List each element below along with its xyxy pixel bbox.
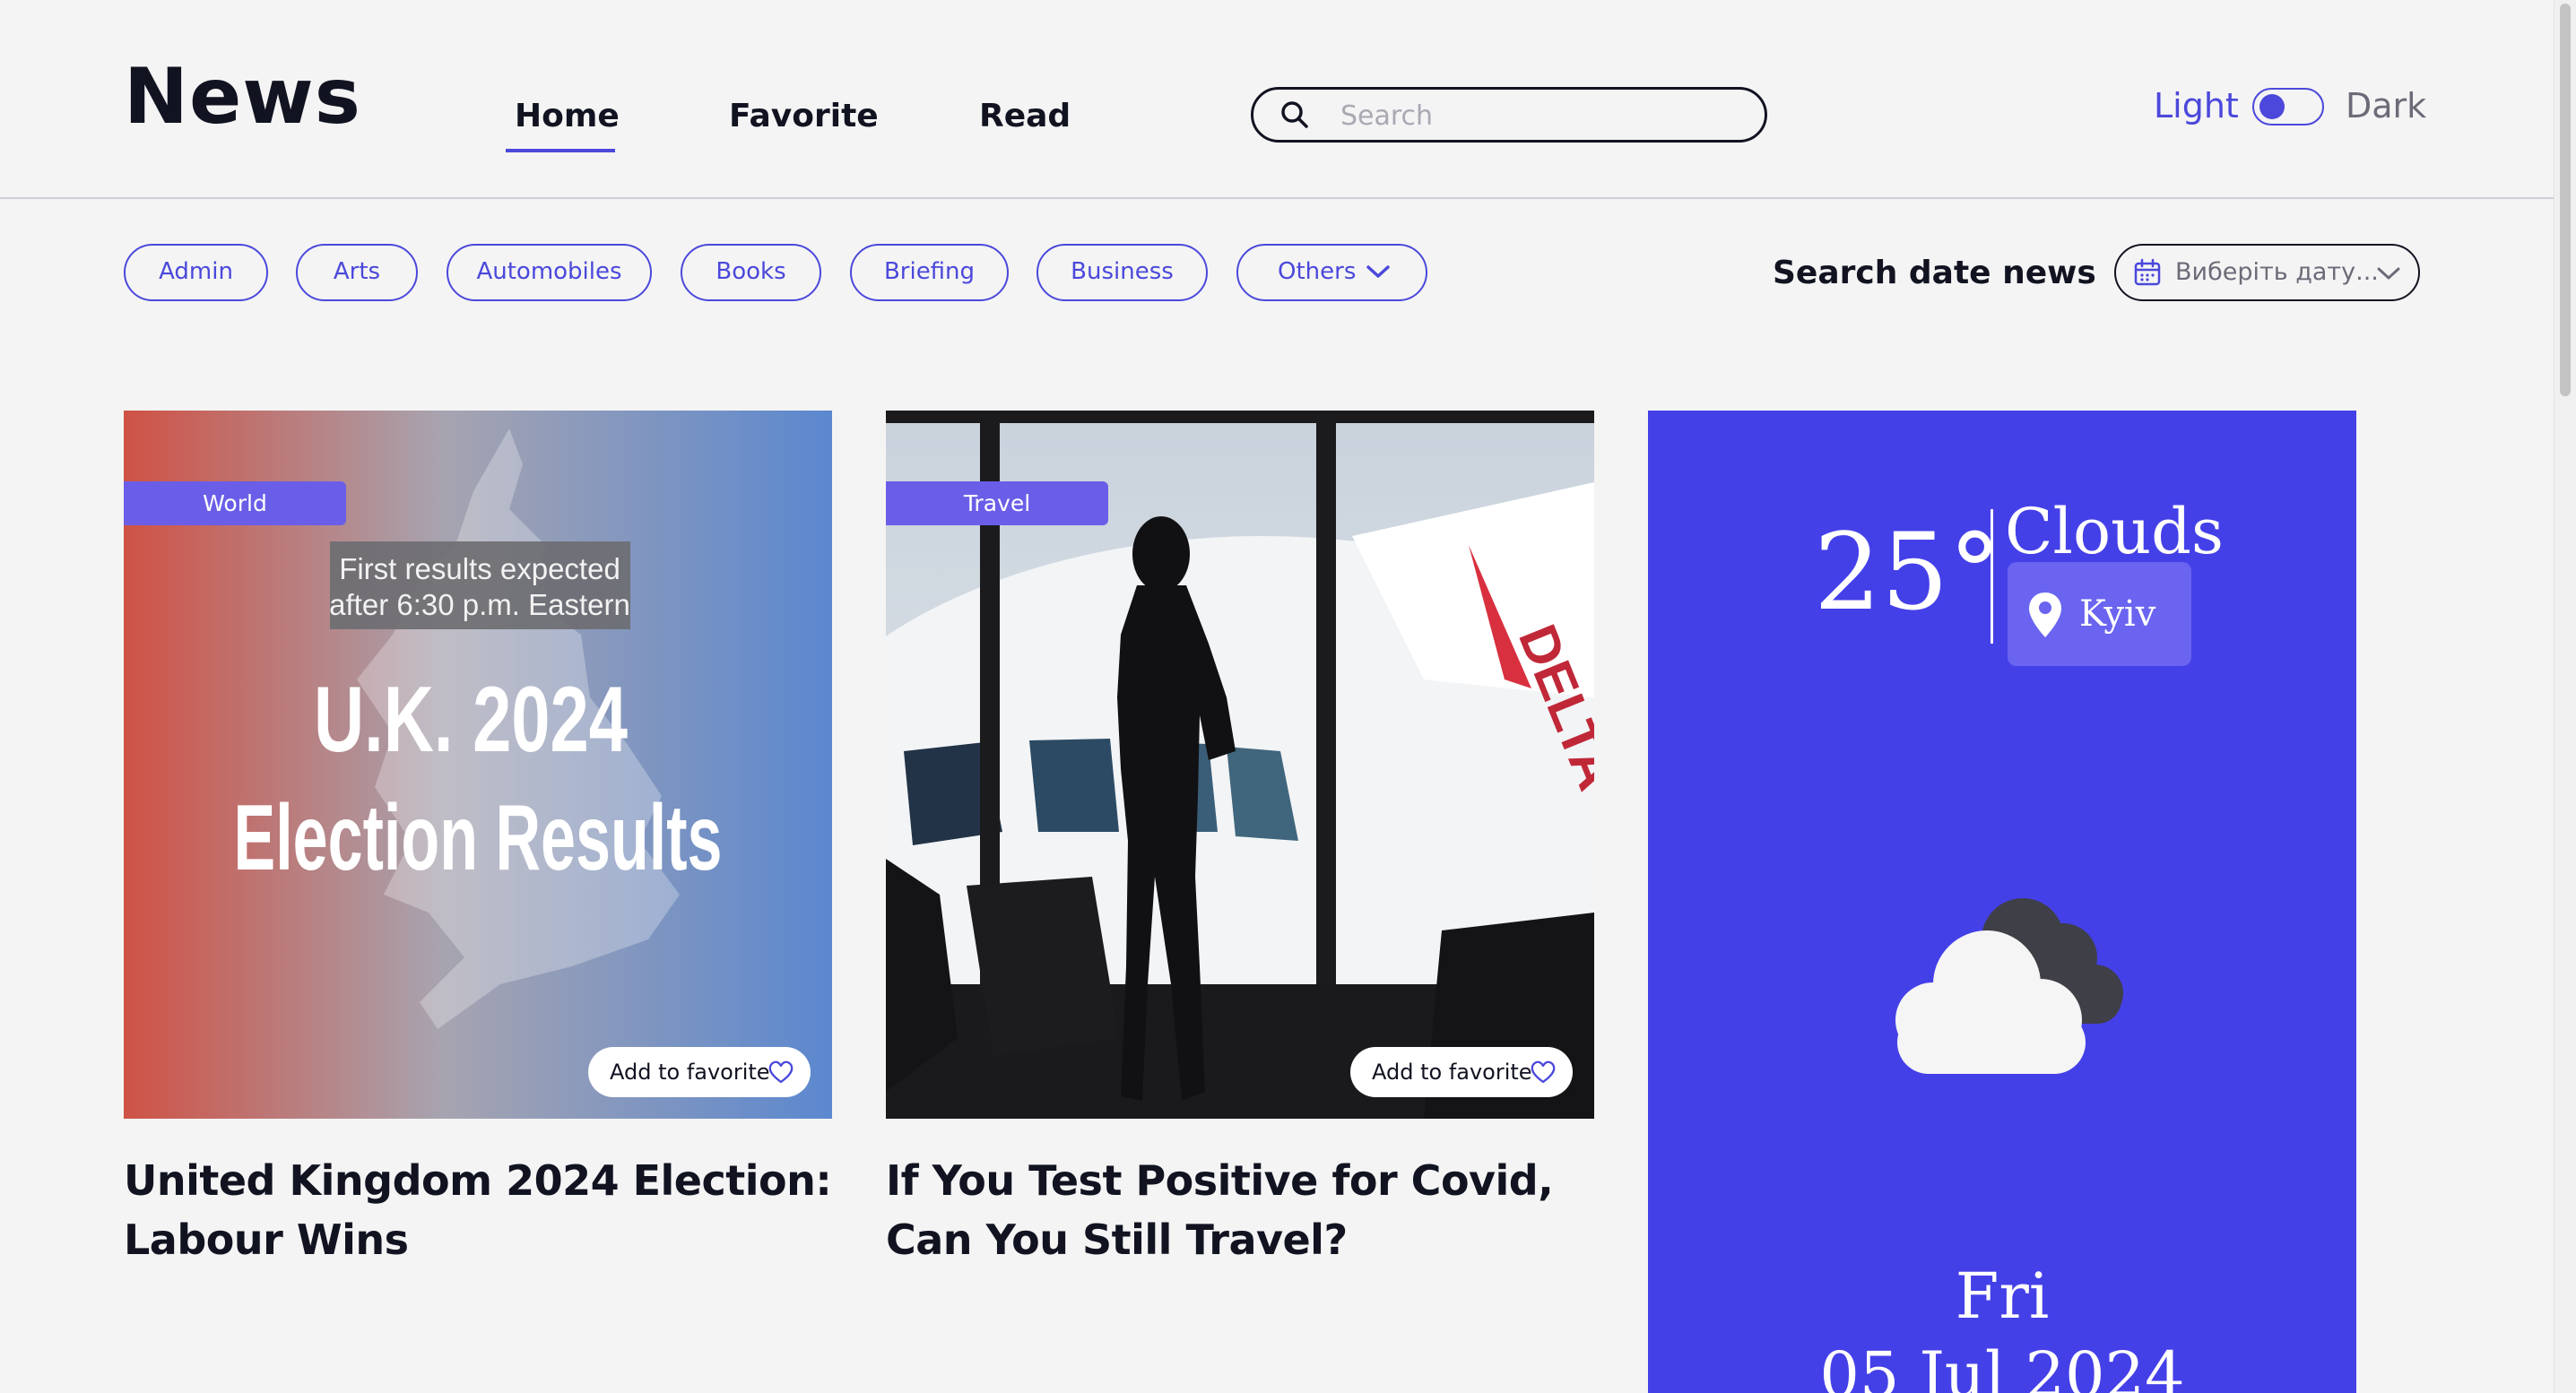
weather-divider (1991, 509, 1993, 644)
weather-condition: Clouds (2005, 495, 2224, 568)
weather-city: Kyiv (2079, 593, 2156, 635)
news-card-title[interactable]: If You Test Positive for Covid, Can You … (886, 1151, 1594, 1269)
category-briefing[interactable]: Briefing (850, 244, 1009, 301)
location-pin-icon (2029, 593, 2061, 637)
weather-widget: 25° Clouds Kyiv Fri 05 Jul 2024 (1648, 411, 2356, 1393)
theme-toggle[interactable] (2252, 88, 2324, 125)
category-business[interactable]: Business (1036, 244, 1208, 301)
add-to-favorite-label: Add to favorite (610, 1060, 770, 1085)
weather-date: 05 Jul 2024 (1819, 1338, 2185, 1393)
add-to-favorite-label: Add to favorite (1372, 1060, 1532, 1085)
site-logo[interactable]: News (124, 52, 361, 142)
date-picker[interactable]: Виберіть дату... (2114, 244, 2420, 301)
theme-light-label: Light (2154, 86, 2239, 125)
chevron-down-icon (2377, 267, 2400, 280)
search-date-title: Search date news (1773, 255, 2096, 291)
category-books[interactable]: Books (681, 244, 821, 301)
date-picker-label: Виберіть дату... (2175, 258, 2379, 286)
news-card-title[interactable]: United Kingdom 2024 Election: Labour Win… (124, 1151, 832, 1269)
image-headline-line2: Election Results (234, 786, 723, 890)
category-arts[interactable]: Arts (296, 244, 418, 301)
cloud-icon (1895, 898, 2123, 1074)
search-box[interactable] (1251, 87, 1767, 143)
heart-icon (768, 1060, 794, 1084)
others-label: Others (1278, 258, 1357, 285)
theme-dark-label: Dark (2346, 86, 2427, 125)
nav-read[interactable]: Read (979, 94, 1071, 139)
scrollbar-thumb[interactable] (2560, 4, 2571, 396)
category-tag: World (124, 481, 346, 525)
image-caption-line1: First results expected (339, 552, 620, 585)
category-others-dropdown[interactable]: Others (1236, 244, 1427, 301)
add-to-favorite-button[interactable]: Add to favorite (1350, 1047, 1573, 1097)
weather-temperature: 25° (1814, 510, 2002, 634)
search-input[interactable] (1339, 95, 1746, 136)
image-caption-line2: after 6:30 p.m. Eastern (329, 588, 630, 621)
nav-favorite[interactable]: Favorite (729, 94, 879, 139)
search-icon[interactable] (1279, 99, 1311, 131)
calendar-icon (2134, 258, 2161, 286)
nav-home[interactable]: Home (515, 94, 620, 139)
weather-location[interactable]: Kyiv (2008, 562, 2191, 666)
theme-toggle-knob (2259, 94, 2285, 119)
site-header: News Home Favorite Read Light Dark (0, 0, 2554, 199)
weather-day: Fri (1955, 1259, 2050, 1333)
category-admin[interactable]: Admin (124, 244, 268, 301)
nav-active-indicator (506, 149, 615, 152)
image-headline-line1: U.K. 2024 (314, 668, 628, 772)
category-automobiles[interactable]: Automobiles (447, 244, 652, 301)
page-scrollbar[interactable] (2554, 0, 2576, 1393)
category-tag: Travel (886, 481, 1108, 525)
add-to-favorite-button[interactable]: Add to favorite (588, 1047, 811, 1097)
chevron-down-icon (1366, 265, 1390, 278)
heart-icon (1531, 1060, 1556, 1084)
